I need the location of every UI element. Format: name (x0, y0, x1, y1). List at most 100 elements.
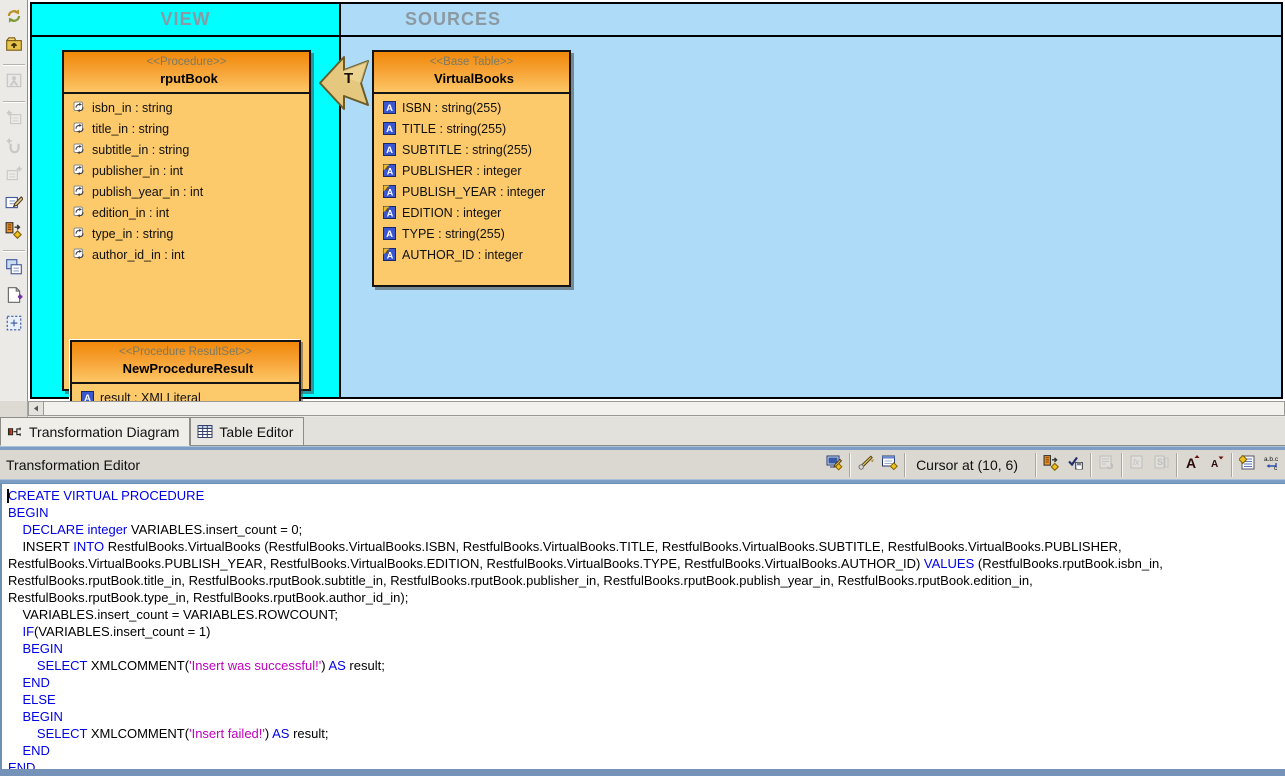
folder-up-button[interactable] (3, 35, 25, 57)
word-wrap-button[interactable]: a.b.cc (1259, 453, 1283, 477)
new-sibling-icon (5, 109, 23, 132)
refresh-button[interactable] (3, 7, 25, 29)
string-functions-icon: S (1153, 454, 1170, 476)
new-child-button (3, 165, 25, 187)
reconcile-button[interactable] (1039, 453, 1063, 477)
toolbar-separator (1121, 453, 1122, 477)
table-row[interactable]: A4AUTHOR_ID : integer (374, 244, 569, 265)
transformation-editor-toolbar: Cursor at (10, 6)fxSAAa.b.cc (822, 450, 1285, 479)
attribute-label: subtitle_in : string (92, 143, 189, 157)
launch-editor-icon (857, 454, 874, 476)
code-line[interactable]: BEGIN (8, 504, 1285, 521)
tab-transformation-diagram[interactable]: Transformation Diagram (0, 417, 190, 446)
toolbar-separator (1035, 453, 1036, 477)
sql-editor[interactable]: CREATE VIRTUAL PROCEDUREBEGIN DECLARE in… (0, 483, 1285, 769)
font-decrease-button[interactable]: A (1204, 453, 1228, 477)
in-parameter-icon (73, 248, 86, 261)
transformation-editor-title: Transformation Editor (0, 457, 140, 473)
table-row[interactable]: publisher_in : int (64, 160, 309, 181)
code-line[interactable]: RestfulBooks.rputBook.type_in, RestfulBo… (8, 589, 1285, 606)
horizontal-scrollbar[interactable] (28, 401, 1285, 416)
new-child-icon (5, 165, 23, 188)
copy-diagram-icon (5, 258, 23, 281)
new-document-button[interactable] (3, 286, 25, 308)
code-line[interactable]: END (8, 742, 1285, 759)
copy-diagram-button[interactable] (3, 258, 25, 280)
base-table-box-header[interactable]: <<Base Table>> VirtualBooks (374, 52, 569, 94)
code-line[interactable]: RestfulBooks.VirtualBooks.PUBLISH_YEAR, … (8, 555, 1285, 572)
svg-text:a.b.c: a.b.c (1264, 456, 1279, 463)
code-line[interactable]: RestfulBooks.rputBook.title_in, RestfulB… (8, 572, 1285, 589)
table-row[interactable]: title_in : string (64, 118, 309, 139)
attribute-label: publish_year_in : int (92, 185, 203, 199)
code-line[interactable]: CREATE VIRTUAL PROCEDURE (8, 487, 1285, 504)
resultset-name: NewProcedureResult (123, 360, 254, 378)
procedure-box-header[interactable]: <<Procedure>> rputBook (64, 52, 309, 94)
integer-type-icon: A4 (383, 185, 396, 198)
grid-selection-button[interactable] (3, 314, 25, 336)
transformation-editor-header: Transformation Editor Cursor at (10, 6)f… (0, 450, 1285, 479)
table-row[interactable]: isbn_in : string (64, 97, 309, 118)
text-caret (7, 489, 9, 503)
table-row[interactable]: author_id_in : int (64, 244, 309, 265)
table-row[interactable]: ATYPE : string(255) (374, 223, 569, 244)
in-parameter-icon (73, 164, 86, 177)
code-line[interactable]: END (8, 674, 1285, 691)
new-sibling-button (3, 109, 25, 131)
preview-window-button[interactable] (877, 453, 901, 477)
sql-code[interactable]: CREATE VIRTUAL PROCEDUREBEGIN DECLARE in… (2, 484, 1285, 769)
attribute-label: AUTHOR_ID : integer (402, 248, 523, 262)
grid-selection-icon (5, 314, 23, 337)
table-row[interactable]: A4PUBLISH_YEAR : integer (374, 181, 569, 202)
code-line[interactable]: DECLARE integer VARIABLES.insert_count =… (8, 521, 1285, 538)
editor-settings-button[interactable] (822, 453, 846, 477)
criteria-builder-button (1094, 453, 1118, 477)
table-row[interactable]: A4PUBLISHER : integer (374, 160, 569, 181)
reconcile-icon (1043, 454, 1060, 476)
font-decrease-icon: A (1208, 454, 1225, 476)
procedure-box-rputBook[interactable]: <<Procedure>> rputBook isbn_in : stringt… (62, 50, 311, 391)
svg-text:A: A (1186, 455, 1196, 471)
table-row[interactable]: subtitle_in : string (64, 139, 309, 160)
scroll-left-arrow-icon (33, 405, 40, 412)
code-line[interactable]: IF(VARIABLES.insert_count = 1) (8, 623, 1285, 640)
diagram-canvas[interactable]: VIEW SOURCES <<Procedure>> rputBook isbn… (28, 0, 1285, 401)
table-row[interactable]: edition_in : int (64, 202, 309, 223)
in-parameter-icon (73, 101, 86, 114)
table-row[interactable]: AISBN : string(255) (374, 97, 569, 118)
code-line[interactable]: BEGIN (8, 708, 1285, 725)
table-row[interactable]: ATITLE : string(255) (374, 118, 569, 139)
code-line[interactable]: INSERT INTO RestfulBooks.VirtualBooks (R… (8, 538, 1285, 555)
table-row[interactable]: A4EDITION : integer (374, 202, 569, 223)
optimize-sql-button[interactable] (1235, 453, 1259, 477)
scroll-left-button[interactable] (29, 402, 44, 415)
in-parameter-icon (73, 227, 86, 240)
sources-panel-title: SOURCES (341, 9, 1281, 30)
code-line[interactable]: SELECT XMLCOMMENT('Insert failed!') AS r… (8, 725, 1285, 742)
code-line[interactable]: VARIABLES.insert_count = VARIABLES.ROWCO… (8, 606, 1285, 623)
procedure-name: rputBook (160, 70, 218, 88)
base-table-stereotype: <<Base Table>> (376, 55, 567, 70)
edit-diagram-button[interactable] (3, 193, 25, 215)
launch-editor-button[interactable] (853, 453, 877, 477)
font-increase-button[interactable]: A (1180, 453, 1204, 477)
table-row[interactable]: type_in : string (64, 223, 309, 244)
string-type-icon: A (383, 227, 396, 240)
svg-text:A: A (386, 124, 393, 135)
procedure-stereotype: <<Procedure>> (66, 55, 307, 70)
transformation-arrow[interactable]: T (318, 52, 370, 116)
validate-save-button[interactable] (1063, 453, 1087, 477)
diagram-scroll-row (0, 401, 1285, 417)
reconcile-button[interactable] (3, 221, 25, 243)
code-line[interactable]: SELECT XMLCOMMENT('Insert was successful… (8, 657, 1285, 674)
tab-table-editor[interactable]: Table Editor (190, 417, 304, 445)
diagram-workspace: VIEW SOURCES <<Procedure>> rputBook isbn… (0, 0, 1285, 401)
code-line[interactable]: END (8, 759, 1285, 769)
code-line[interactable]: ELSE (8, 691, 1285, 708)
folder-up-icon (5, 35, 23, 58)
base-table-box-VirtualBooks[interactable]: <<Base Table>> VirtualBooks AISBN : stri… (372, 50, 571, 287)
table-row[interactable]: publish_year_in : int (64, 181, 309, 202)
table-row[interactable]: ASUBTITLE : string(255) (374, 139, 569, 160)
in-parameter-icon (73, 143, 86, 156)
code-line[interactable]: BEGIN (8, 640, 1285, 657)
